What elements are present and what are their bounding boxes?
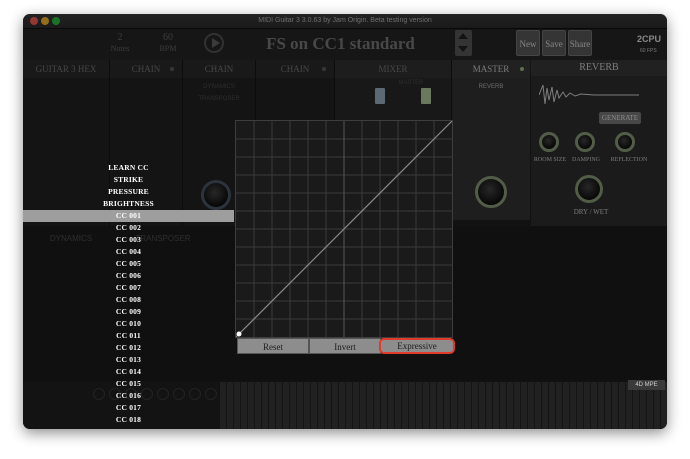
menu-item-cc-007[interactable]: CC 007 [23,282,234,294]
menu-item-cc-010[interactable]: CC 010 [23,318,234,330]
menu-item-cc-017[interactable]: CC 017 [23,402,234,414]
menu-item-cc-013[interactable]: CC 013 [23,354,234,366]
menu-item-cc-016[interactable]: CC 016 [23,390,234,402]
curve-editor[interactable] [235,120,453,338]
mpe-mode-button[interactable]: 4D MPE [628,380,665,390]
menu-item-cc-005[interactable]: CC 005 [23,258,234,270]
menu-item-cc-001[interactable]: CC 001 [23,210,234,222]
menu-item-cc-018[interactable]: CC 018 [23,414,234,426]
menu-item-cc-004[interactable]: CC 004 [23,246,234,258]
menu-item-cc-011[interactable]: CC 011 [23,330,234,342]
menu-item-brightness[interactable]: BRIGHTNESS [23,198,234,210]
menu-item-cc-009[interactable]: CC 009 [23,306,234,318]
invert-button[interactable]: Invert [309,338,381,354]
curve-handle[interactable] [236,331,242,337]
menu-item-pressure[interactable]: PRESSURE [23,186,234,198]
reset-button[interactable]: Reset [237,338,309,354]
cc-source-menu: LEARN CC STRIKE PRESSURE BRIGHTNESS CC 0… [23,142,234,429]
curve-grid[interactable] [235,120,453,338]
menu-item-cc-006[interactable]: CC 006 [23,270,234,282]
menu-item-cc-015[interactable]: CC 015 [23,378,234,390]
menu-item-cc-008[interactable]: CC 008 [23,294,234,306]
menu-item-strike[interactable]: STRIKE [23,174,234,186]
app-window: MIDI Guitar 3 3.0.63 by Jam Origin. Beta… [23,14,667,429]
menu-item-learn-cc[interactable]: LEARN CC [23,162,234,174]
menu-item-cc-012[interactable]: CC 012 [23,342,234,354]
menu-item-cc-014[interactable]: CC 014 [23,366,234,378]
menu-item-cc-002[interactable]: CC 002 [23,222,234,234]
menu-item-cc-003[interactable]: CC 003 [23,234,234,246]
expressive-button[interactable]: Expressive [379,338,455,354]
